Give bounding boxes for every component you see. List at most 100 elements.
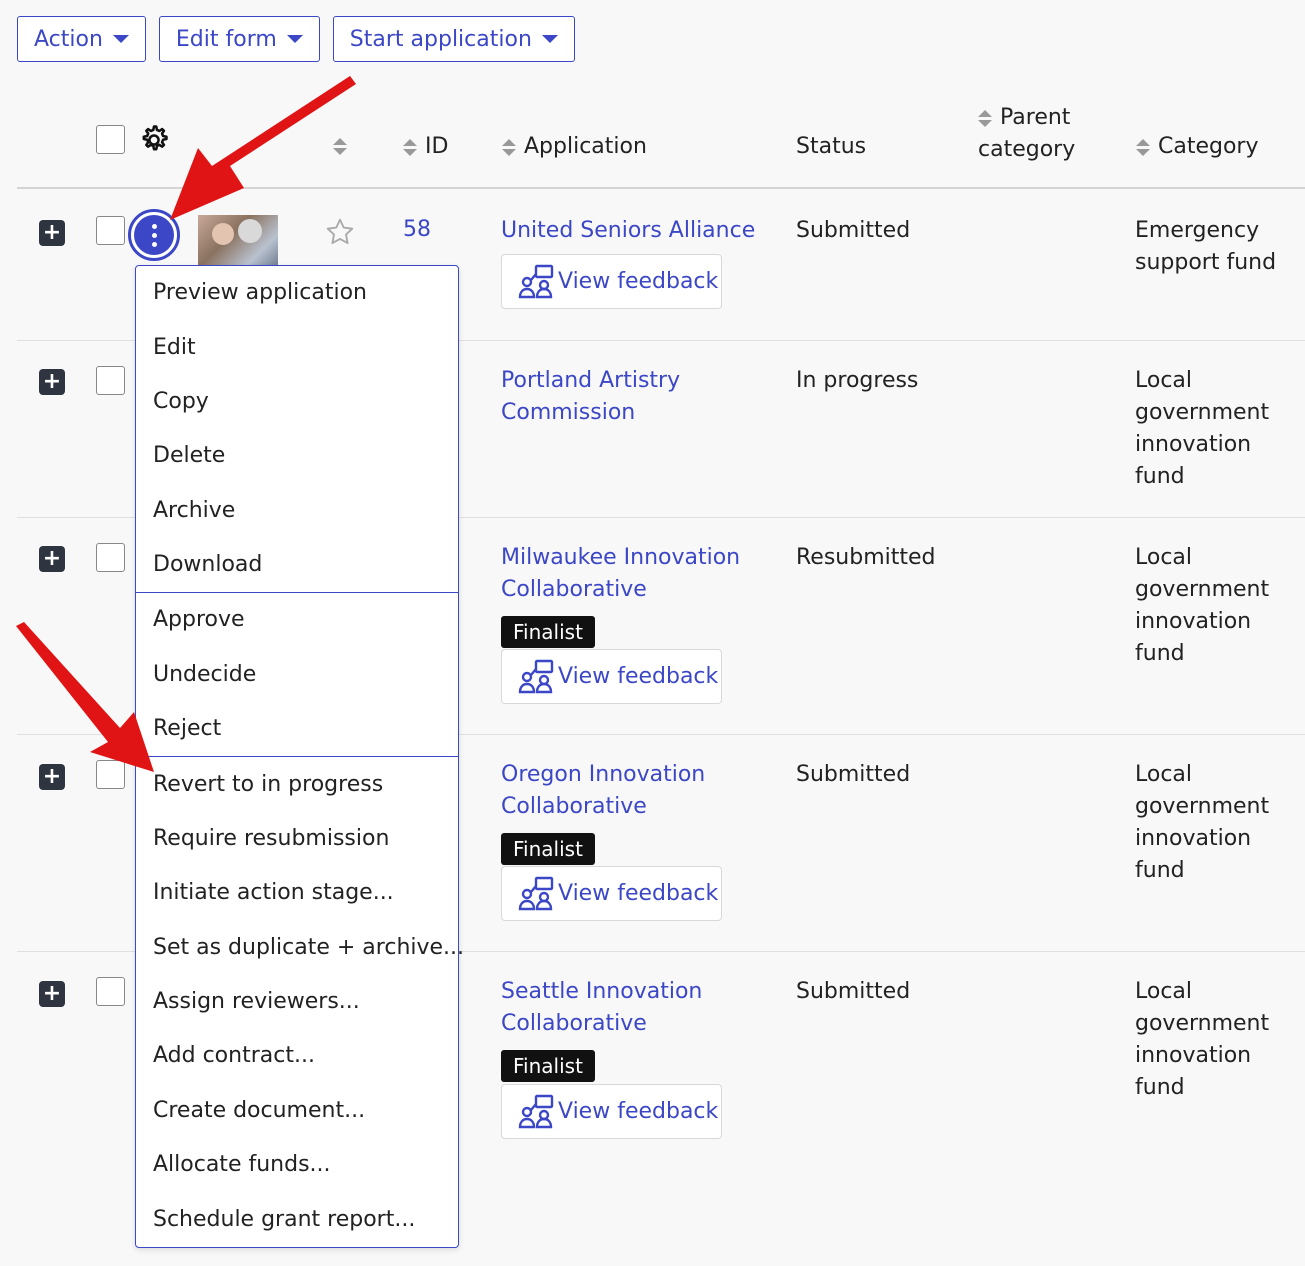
- application-link[interactable]: Seattle Innovation Collaborative: [501, 976, 702, 1040]
- column-parent-category-label-1: Parent: [1000, 105, 1071, 130]
- start-application-button[interactable]: Start application: [332, 16, 575, 62]
- category-line: fund: [1135, 858, 1185, 883]
- finalist-badge: Finalist: [501, 616, 595, 648]
- category-text: Local government innovation fund: [1135, 976, 1269, 1104]
- column-header-id[interactable]: ID: [403, 134, 448, 159]
- expand-row-button[interactable]: +: [39, 981, 65, 1007]
- reviewers-icon: [518, 876, 554, 910]
- menu-item-reject[interactable]: Reject: [153, 716, 221, 741]
- application-link-line: Collaborative: [501, 794, 647, 819]
- row-id-link[interactable]: 58: [403, 217, 431, 242]
- menu-item-set-as-duplicate-archive[interactable]: Set as duplicate + archive...: [153, 935, 464, 960]
- menu-item-allocate-funds[interactable]: Allocate funds...: [153, 1152, 331, 1177]
- menu-item-delete[interactable]: Delete: [153, 443, 225, 468]
- edit-form-button-label: Edit form: [175, 26, 277, 52]
- menu-item-revert-to-in-progress[interactable]: Revert to in progress: [153, 772, 383, 797]
- column-category-label: Category: [1158, 134, 1259, 159]
- category-line: fund: [1135, 641, 1185, 666]
- caret-down-icon: [286, 35, 303, 43]
- menu-item-approve[interactable]: Approve: [153, 607, 245, 632]
- menu-item-assign-reviewers[interactable]: Assign reviewers...: [153, 989, 360, 1014]
- menu-item-add-contract[interactable]: Add contract...: [153, 1043, 315, 1068]
- menu-item-download[interactable]: Download: [153, 552, 262, 577]
- view-feedback-button[interactable]: View feedback: [501, 866, 722, 921]
- category-line: innovation: [1135, 609, 1252, 634]
- row-actions-menu: Preview application Edit Copy Delete Arc…: [135, 265, 464, 1248]
- application-link[interactable]: Milwaukee Innovation Collaborative: [501, 542, 740, 606]
- category-line: support fund: [1135, 250, 1277, 275]
- view-feedback-button[interactable]: View feedback: [501, 649, 722, 704]
- menu-separator: [136, 592, 458, 593]
- menu-item-require-resubmission[interactable]: Require resubmission: [153, 826, 389, 851]
- column-header-category[interactable]: Category: [1136, 134, 1259, 159]
- category-line: fund: [1135, 1075, 1185, 1100]
- start-application-button-label: Start application: [349, 26, 532, 52]
- menu-item-initiate-action-stage[interactable]: Initiate action stage...: [153, 880, 394, 905]
- column-header-application[interactable]: Application: [502, 134, 647, 159]
- status-text: Submitted: [796, 218, 911, 243]
- action-button[interactable]: Action: [17, 16, 146, 62]
- category-line: innovation: [1135, 432, 1252, 457]
- column-parent-category-label-2: category: [978, 137, 1076, 162]
- menu-item-preview-application[interactable]: Preview application: [153, 280, 367, 305]
- sort-icon: [403, 138, 417, 156]
- action-button-label: Action: [34, 26, 103, 52]
- row-checkbox[interactable]: [96, 977, 125, 1006]
- column-header-status: Status: [796, 134, 867, 159]
- application-link[interactable]: United Seniors Alliance: [501, 215, 755, 247]
- menu-item-create-document[interactable]: Create document...: [153, 1098, 365, 1123]
- column-id-label: ID: [425, 134, 449, 159]
- category-line: innovation: [1135, 1043, 1252, 1068]
- edit-form-button[interactable]: Edit form: [158, 16, 320, 62]
- expand-row-button[interactable]: +: [39, 220, 65, 246]
- row-checkbox[interactable]: [96, 543, 125, 572]
- category-line: government: [1135, 577, 1270, 602]
- category-text: Local government innovation fund: [1135, 365, 1269, 493]
- category-line: Local: [1135, 545, 1193, 570]
- category-line: government: [1135, 400, 1270, 425]
- sort-icon: [978, 109, 992, 127]
- menu-item-archive[interactable]: Archive: [153, 498, 235, 523]
- row-checkbox[interactable]: [96, 216, 125, 245]
- menu-item-schedule-grant-report[interactable]: Schedule grant report...: [153, 1207, 415, 1232]
- view-feedback-label: View feedback: [558, 881, 719, 906]
- column-header-parent-category[interactable]: Parent category: [978, 102, 1075, 166]
- finalist-badge: Finalist: [501, 1050, 595, 1082]
- menu-item-edit[interactable]: Edit: [153, 335, 196, 360]
- status-text: Submitted: [796, 979, 911, 1004]
- annotation-arrow-icon: [16, 622, 154, 772]
- view-feedback-label: View feedback: [558, 269, 719, 294]
- menu-item-copy[interactable]: Copy: [153, 389, 209, 414]
- category-text: Local government innovation fund: [1135, 759, 1269, 887]
- category-line: Local: [1135, 762, 1193, 787]
- application-link-line: Portland Artistry: [501, 368, 681, 393]
- view-feedback-button[interactable]: View feedback: [501, 254, 722, 309]
- row-checkbox[interactable]: [96, 366, 125, 395]
- view-feedback-button[interactable]: View feedback: [501, 1084, 722, 1139]
- application-link-line: Commission: [501, 400, 636, 425]
- application-link-line: Oregon Innovation: [501, 762, 706, 787]
- category-text: Local government innovation fund: [1135, 542, 1269, 670]
- status-text: Resubmitted: [796, 545, 936, 570]
- application-link-line: Milwaukee Innovation: [501, 545, 741, 570]
- menu-item-undecide[interactable]: Undecide: [153, 662, 256, 687]
- status-text: In progress: [796, 368, 919, 393]
- category-line: Emergency: [1135, 218, 1260, 243]
- application-link[interactable]: Oregon Innovation Collaborative: [501, 759, 705, 823]
- application-link[interactable]: Portland Artistry Commission: [501, 365, 680, 429]
- category-line: Local: [1135, 979, 1193, 1004]
- category-line: fund: [1135, 464, 1185, 489]
- reviewers-icon: [518, 659, 554, 693]
- reviewers-icon: [518, 1094, 554, 1128]
- caret-down-icon: [112, 35, 129, 43]
- caret-down-icon: [541, 35, 558, 43]
- select-all-checkbox[interactable]: [96, 125, 125, 154]
- annotation-arrow-icon: [170, 76, 356, 220]
- application-link-line: Collaborative: [501, 577, 647, 602]
- view-feedback-label: View feedback: [558, 1099, 719, 1124]
- expand-row-button[interactable]: +: [39, 369, 65, 395]
- category-line: government: [1135, 794, 1270, 819]
- menu-separator: [136, 756, 458, 757]
- sort-icon: [1136, 138, 1150, 156]
- expand-row-button[interactable]: +: [39, 546, 65, 572]
